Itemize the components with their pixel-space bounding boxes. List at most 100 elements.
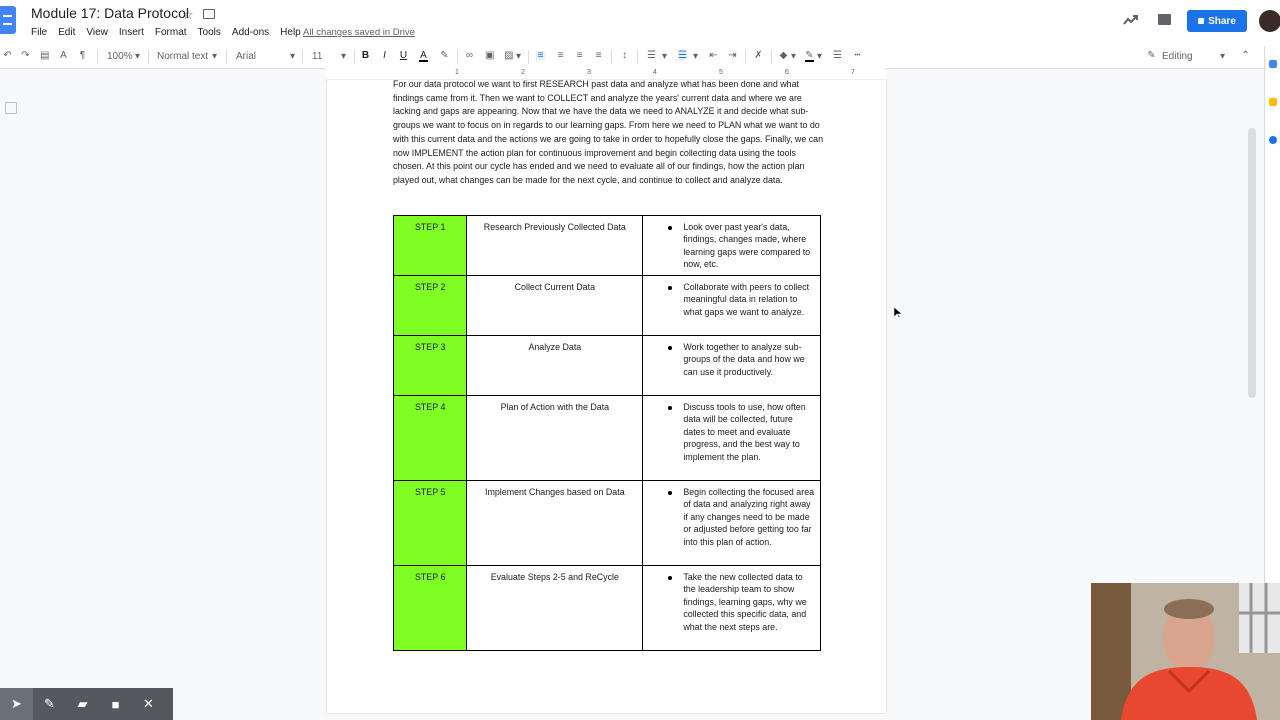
- step-title-cell[interactable]: Analyze Data: [466, 335, 644, 396]
- star-icon[interactable]: ☆: [182, 7, 194, 23]
- step-detail-cell[interactable]: Discuss tools to use, how often data wil…: [642, 395, 821, 481]
- document-page[interactable]: For our data protocol we want to first R…: [327, 78, 886, 713]
- image-icon[interactable]: ▨: [504, 51, 513, 61]
- pointer-icon[interactable]: ➤: [0, 688, 33, 720]
- save-status-link[interactable]: All changes saved in Drive: [303, 27, 415, 38]
- menu-help[interactable]: Help: [280, 27, 301, 41]
- document-outline-icon[interactable]: [5, 102, 17, 114]
- zoom-select[interactable]: 100%: [107, 51, 133, 62]
- bullet-icon: [668, 406, 673, 410]
- undo-icon[interactable]: ↶: [3, 51, 12, 61]
- step-detail-text: Begin collecting the focused area of dat…: [683, 487, 815, 547]
- italic-icon[interactable]: I: [380, 51, 389, 61]
- vertical-scrollbar[interactable]: [1248, 128, 1256, 398]
- text-color-icon[interactable]: A: [419, 51, 428, 62]
- step-cell[interactable]: STEP 6: [392, 565, 468, 651]
- bold-icon[interactable]: B: [361, 51, 370, 61]
- intro-paragraph[interactable]: For our data protocol we want to first R…: [393, 78, 825, 188]
- font-select[interactable]: Arial: [236, 51, 256, 62]
- align-left-icon[interactable]: ≡: [536, 51, 545, 61]
- list-item: Collaborate with peers to collect meanin…: [668, 281, 816, 318]
- docs-logo-icon[interactable]: [0, 6, 16, 34]
- border-color-icon[interactable]: ✎: [805, 51, 814, 62]
- table-row[interactable]: STEP 5 Implement Changes based on Data B…: [392, 480, 821, 566]
- underline-icon[interactable]: U: [399, 51, 408, 61]
- camera-icon[interactable]: ■: [99, 688, 132, 720]
- lock-icon: [1198, 18, 1205, 24]
- step-detail-cell[interactable]: Collaborate with peers to collect meanin…: [642, 275, 821, 336]
- tasks-icon[interactable]: [1269, 136, 1277, 144]
- clear-format-icon[interactable]: ✗: [754, 51, 763, 61]
- link-icon[interactable]: ∞: [465, 51, 474, 61]
- pen-icon[interactable]: ✎: [33, 688, 66, 720]
- step-cell[interactable]: STEP 2: [392, 275, 468, 336]
- table-row[interactable]: STEP 2 Collect Current Data Collaborate …: [392, 275, 821, 336]
- document-title[interactable]: Module 17: Data Protocol: [31, 5, 189, 21]
- ruler-number: 5: [719, 69, 723, 76]
- calendar-icon[interactable]: [1269, 60, 1277, 68]
- menu-tools[interactable]: Tools: [198, 27, 221, 41]
- step-title-cell[interactable]: Collect Current Data: [466, 275, 644, 336]
- highlighter-icon[interactable]: ▰: [66, 688, 99, 720]
- align-right-icon[interactable]: ≡: [575, 51, 584, 61]
- keep-icon[interactable]: [1269, 98, 1277, 106]
- border-width-icon[interactable]: ☰: [833, 51, 842, 61]
- menu-format[interactable]: Format: [155, 27, 187, 41]
- fill-color-icon[interactable]: ◆: [779, 51, 788, 61]
- step-detail-cell[interactable]: Begin collecting the focused area of dat…: [642, 480, 821, 566]
- menu-addons[interactable]: Add-ons: [232, 27, 269, 41]
- align-center-icon[interactable]: ≡: [556, 51, 565, 61]
- bulleted-list-icon[interactable]: ☰: [678, 51, 687, 61]
- editing-mode-select[interactable]: Editing: [1162, 51, 1193, 62]
- table-row[interactable]: STEP 1 Research Previously Collected Dat…: [392, 215, 821, 276]
- table-row[interactable]: STEP 6 Evaluate Steps 2-5 and ReCycle Ta…: [392, 565, 821, 651]
- redo-icon[interactable]: ↷: [21, 51, 30, 61]
- close-icon[interactable]: ✕: [132, 688, 165, 720]
- activity-dashboard-icon[interactable]: [1123, 14, 1139, 26]
- menu-edit[interactable]: Edit: [58, 27, 75, 41]
- avatar[interactable]: [1259, 10, 1280, 32]
- paint-format-icon[interactable]: ¶: [78, 51, 87, 61]
- toolbar-divider: [302, 50, 303, 64]
- table-row[interactable]: STEP 4 Plan of Action with the Data Disc…: [392, 395, 821, 481]
- step-title-cell[interactable]: Implement Changes based on Data: [466, 480, 644, 566]
- highlight-icon[interactable]: ✎: [440, 51, 449, 61]
- decrease-indent-icon[interactable]: ⇤: [709, 51, 718, 61]
- steps-table[interactable]: STEP 1 Research Previously Collected Dat…: [392, 215, 821, 651]
- toolbar-divider: [226, 50, 227, 64]
- share-button[interactable]: Share: [1187, 10, 1247, 32]
- increase-indent-icon[interactable]: ⇥: [728, 51, 737, 61]
- print-icon[interactable]: ▤: [40, 51, 49, 61]
- font-size-select[interactable]: 11: [312, 51, 322, 62]
- step-title-cell[interactable]: Plan of Action with the Data: [466, 395, 644, 481]
- mouse-cursor-icon: [894, 307, 902, 319]
- menu-insert[interactable]: Insert: [119, 27, 144, 41]
- comment-history-icon[interactable]: [1158, 14, 1171, 25]
- menu-file[interactable]: File: [31, 27, 47, 41]
- step-detail-text: Take the new collected data to the leade…: [683, 572, 807, 632]
- step-detail-cell[interactable]: Look over past year's data, findings, ch…: [642, 215, 821, 276]
- collapse-icon[interactable]: ⌃: [1241, 51, 1250, 61]
- step-detail-cell[interactable]: Work together to analyze sub-groups of t…: [642, 335, 821, 396]
- numbered-list-icon[interactable]: ☰: [647, 51, 656, 61]
- paragraph-style-select[interactable]: Normal text: [157, 51, 208, 62]
- table-row[interactable]: STEP 3 Analyze Data Work together to ana…: [392, 335, 821, 396]
- justify-icon[interactable]: ≡: [594, 51, 603, 61]
- line-spacing-icon[interactable]: ↕: [620, 51, 629, 61]
- step-detail-cell[interactable]: Take the new collected data to the leade…: [642, 565, 821, 651]
- webcam-overlay: [1091, 583, 1280, 720]
- move-folder-icon[interactable]: [203, 9, 215, 19]
- step-cell[interactable]: STEP 5: [392, 480, 468, 566]
- spellcheck-icon[interactable]: A: [59, 51, 68, 61]
- step-cell[interactable]: STEP 1: [392, 215, 468, 276]
- menu-bar: File Edit View Insert Format Tools Add-o…: [31, 27, 312, 41]
- step-title-cell[interactable]: Research Previously Collected Data: [466, 215, 644, 276]
- border-dash-icon[interactable]: ┅: [853, 51, 862, 61]
- step-cell[interactable]: STEP 3: [392, 335, 468, 396]
- comment-icon[interactable]: ▣: [485, 51, 494, 61]
- menu-view[interactable]: View: [86, 27, 108, 41]
- chevron-down-icon: ▾: [135, 51, 141, 62]
- step-cell[interactable]: STEP 4: [392, 395, 468, 481]
- step-title-cell[interactable]: Evaluate Steps 2-5 and ReCycle: [466, 565, 644, 651]
- toolbar-divider: [611, 50, 612, 64]
